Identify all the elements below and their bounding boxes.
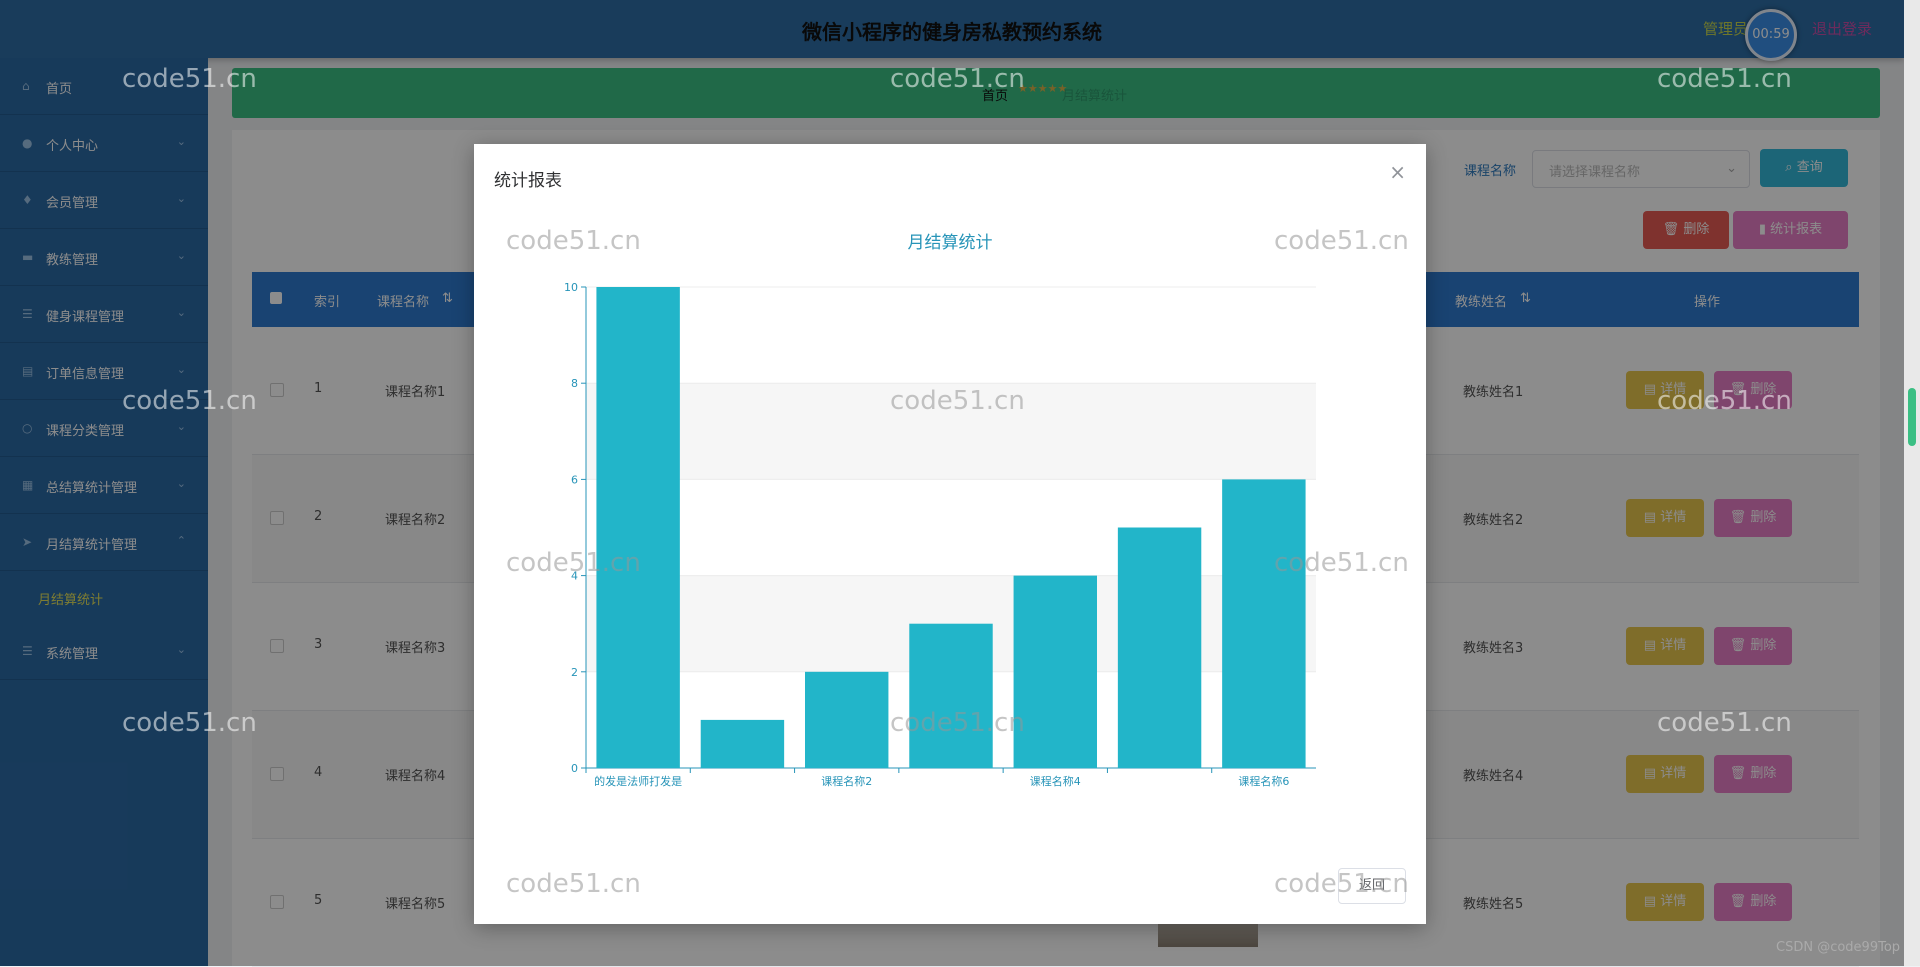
csdn-watermark: CSDN @code99Top [1776, 940, 1901, 955]
grid-band [586, 383, 1316, 480]
y-tick-label: 10 [564, 281, 578, 294]
x-tick-label: 的发是法师打发是 [594, 774, 682, 788]
bar [596, 287, 680, 768]
y-tick-label: 6 [571, 473, 578, 486]
bar [700, 719, 785, 768]
bar [909, 623, 993, 768]
y-tick-label: 8 [571, 377, 578, 390]
x-tick-label: 课程名称6 [1238, 774, 1289, 788]
back-button[interactable]: 返回 [1338, 868, 1406, 904]
y-tick-label: 2 [571, 666, 578, 679]
bar [1117, 527, 1202, 768]
y-tick-label: 0 [571, 762, 578, 775]
x-tick-label: 课程名称2 [821, 774, 872, 788]
page-scrollbar[interactable] [1904, 0, 1920, 966]
y-tick-label: 4 [571, 570, 578, 583]
bar-chart: 0 2 4 6 8 10 的发是法师打发是 课程名称2 课程名称4 课程名称6 [564, 281, 1316, 788]
bar [1013, 575, 1097, 768]
scrollbar-thumb[interactable] [1908, 388, 1916, 446]
x-tick-label: 课程名称4 [1030, 774, 1081, 788]
stats-report-dialog: 统计报表 × 月结算统计 0 2 4 6 8 10 的发是法师打发是 课程名称2 课程名称4 课程… [474, 144, 1426, 924]
bar [1222, 479, 1306, 768]
bar [805, 671, 889, 768]
